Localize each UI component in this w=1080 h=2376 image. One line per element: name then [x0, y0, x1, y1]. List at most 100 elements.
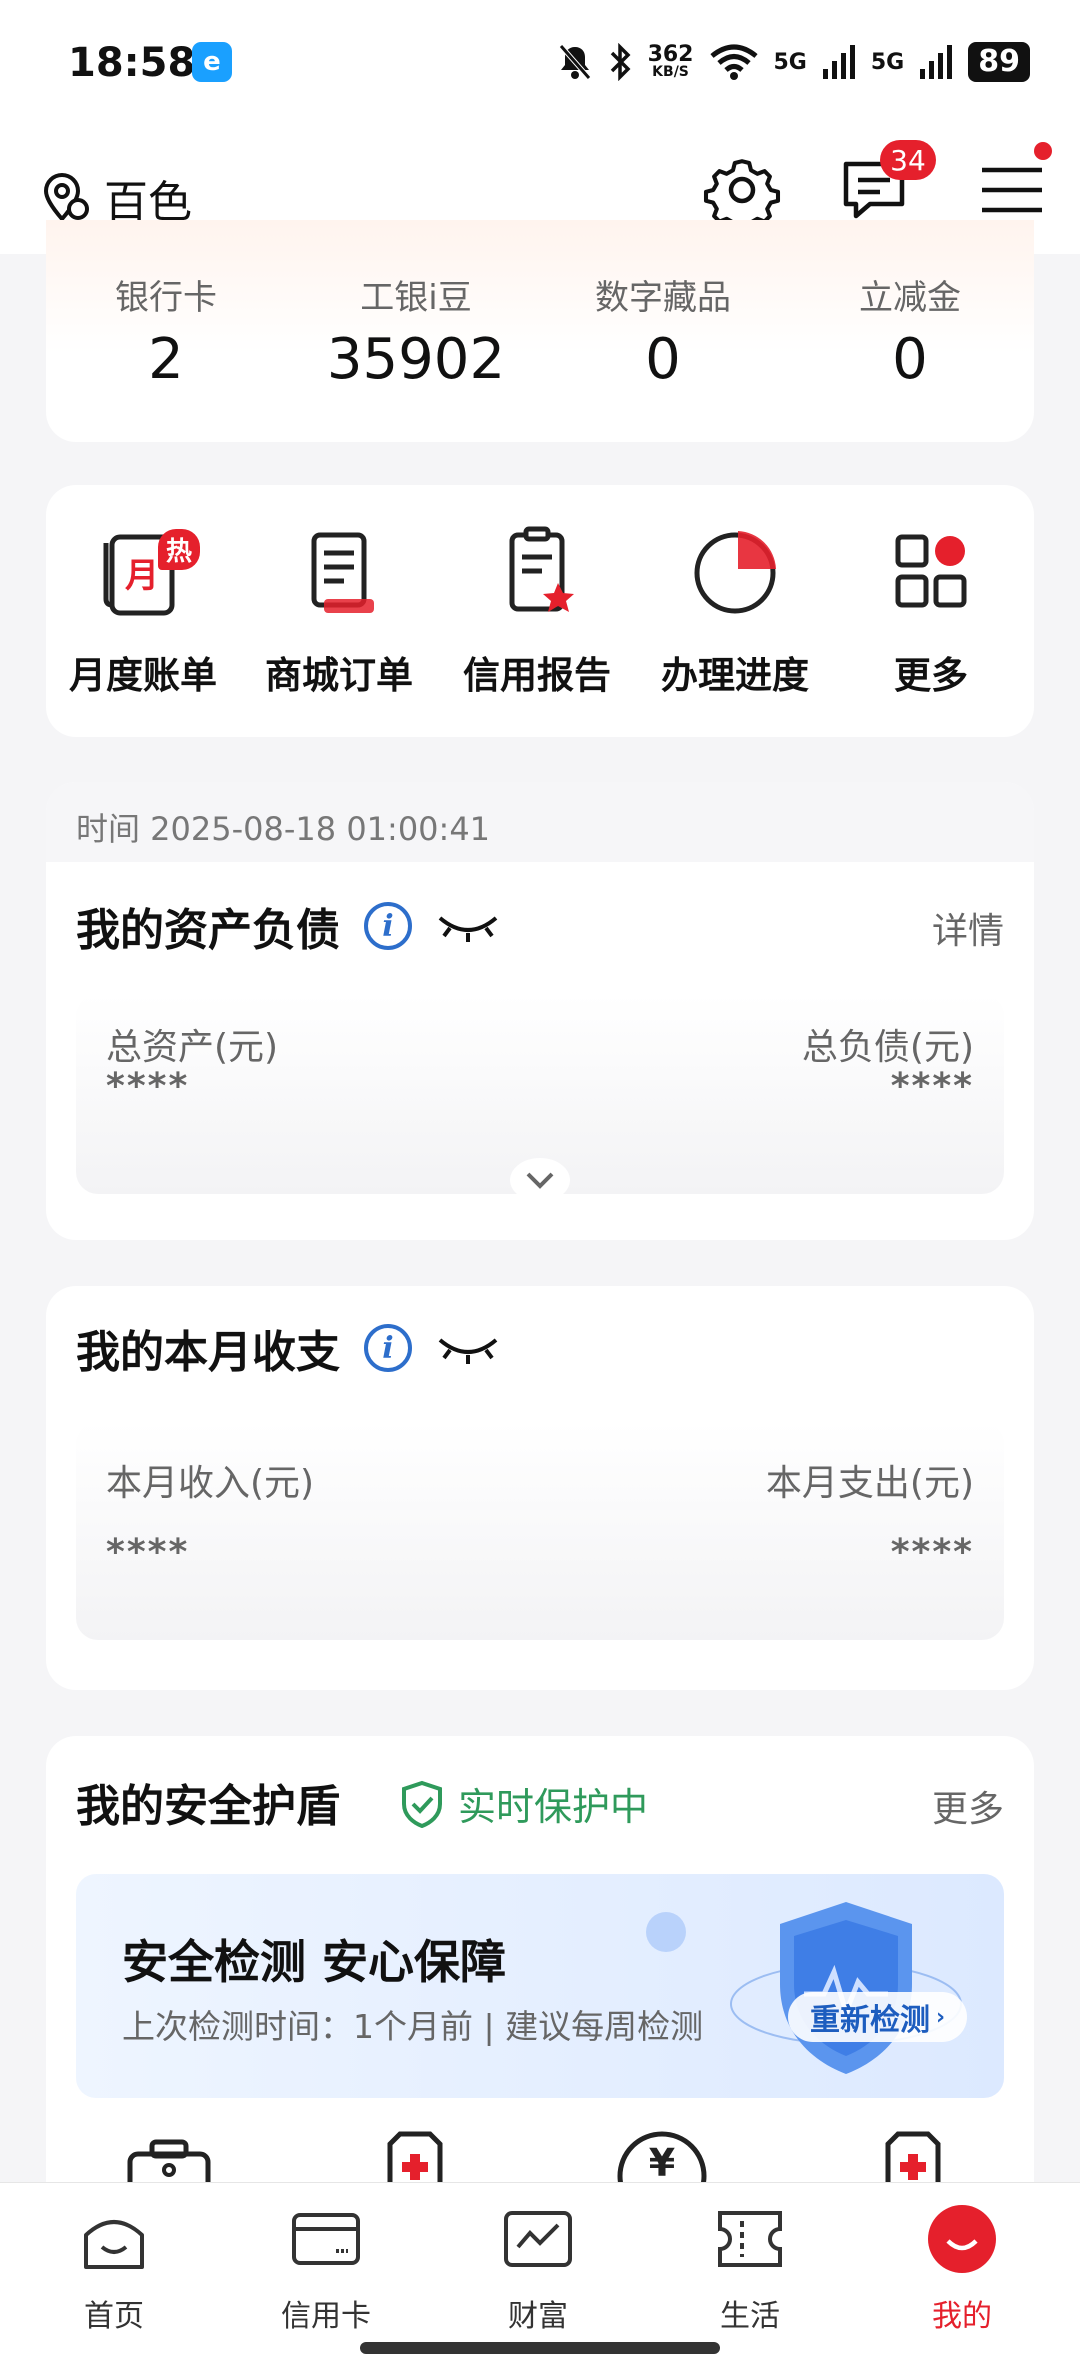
chevron-right-icon: › — [936, 2004, 946, 2030]
status-bar: 18:58 e 362 KB/S 5G 5G 89 — [0, 0, 1080, 126]
month-glyph: 月 — [125, 556, 159, 596]
stat-label: 银行卡 — [115, 278, 217, 318]
bluetooth-icon — [610, 43, 631, 81]
banner-title: 安全检测 安心保障 — [122, 1935, 507, 1989]
shield-check-icon — [402, 1780, 442, 1828]
medical-kit-icon[interactable] — [868, 2130, 958, 2182]
net-speed-value: 362 — [647, 42, 694, 67]
credit-card-icon — [292, 2213, 360, 2265]
signal-bars-icon — [822, 45, 855, 79]
recheck-button[interactable]: 重新检测 › — [788, 1992, 968, 2042]
progress-pie-icon — [694, 531, 776, 614]
medical-kit-icon[interactable] — [370, 2130, 460, 2182]
tab-label: 财富 — [508, 2299, 568, 2334]
stat-digital-collectibles[interactable]: 数字藏品 0 — [543, 270, 783, 392]
battery-level: 89 — [968, 42, 1030, 82]
home-icon — [84, 2220, 144, 2269]
quick-credit-report[interactable]: 信用报告 — [442, 515, 632, 699]
tab-credit-card[interactable]: 信用卡 — [236, 2201, 416, 2335]
menu-icon[interactable] — [972, 150, 1052, 230]
total-assets-label: 总资产(元) — [106, 1027, 279, 1068]
monthly-income-card: 我的本月收支 i 本月收入(元) 本月支出(元) **** **** — [46, 1286, 1034, 1690]
assets-liabilities-card: 时间 2025-08-18 01:00:41 我的资产负债 i 详情 总资产(元… — [46, 782, 1034, 1240]
credit-report-icon — [509, 526, 574, 612]
stat-value: 2 — [148, 327, 184, 392]
section-title: 我的本月收支 — [76, 1327, 340, 1378]
app-notification-icon: e — [192, 42, 232, 82]
quick-actions-card: 月 热 月度账单 商城订单 信用报告 办理进度 更多 — [46, 485, 1034, 737]
update-time: 时间 2025-08-18 01:00:41 — [46, 782, 1034, 862]
stat-instant-discount[interactable]: 立减金 0 — [790, 270, 1030, 392]
quick-label: 办理进度 — [661, 654, 809, 697]
chevron-down-icon[interactable] — [510, 1158, 570, 1202]
profile-icon — [928, 2205, 996, 2273]
yen-glyph: ¥ — [649, 2141, 675, 2182]
stat-label: 工银i豆 — [360, 278, 472, 318]
stat-bank-cards[interactable]: 银行卡 2 — [46, 270, 286, 392]
quick-monthly-bill[interactable]: 月 热 月度账单 — [48, 515, 238, 699]
wifi-icon — [709, 44, 758, 80]
expense-value: **** — [890, 1532, 974, 1573]
quick-label: 月度账单 — [69, 654, 217, 697]
more-grid-icon — [895, 534, 967, 608]
banner-subtitle: 上次检测时间：1个月前 | 建议每周检测 — [122, 2007, 704, 2046]
income-summary: 本月收入(元) 本月支出(元) **** **** — [76, 1422, 1004, 1640]
quick-mall-order[interactable]: 商城订单 — [244, 515, 434, 699]
info-icon[interactable]: i — [364, 1324, 412, 1372]
total-assets-value: **** — [106, 1066, 190, 1107]
ticket-icon — [718, 2211, 782, 2267]
recheck-label: 重新检测 — [810, 2003, 930, 2038]
tab-label: 我的 — [932, 2299, 992, 2334]
yen-coin-icon[interactable]: ¥ — [614, 2128, 710, 2182]
home-indicator[interactable] — [360, 2342, 720, 2354]
net-speed-unit: KB/S — [652, 64, 689, 80]
expense-label: 本月支出(元) — [765, 1463, 974, 1504]
tab-wealth[interactable]: 财富 — [448, 2201, 628, 2335]
total-liabilities-label: 总负债(元) — [801, 1027, 974, 1068]
status-time: 18:58 — [68, 40, 196, 86]
status-icons: 362 KB/S 5G 5G 89 — [558, 38, 1030, 86]
stat-beans[interactable]: 工银i豆 35902 — [296, 270, 536, 392]
info-icon[interactable]: i — [364, 902, 412, 950]
menu-notification-dot — [1034, 142, 1052, 160]
total-liabilities-value: **** — [890, 1066, 974, 1107]
quick-progress[interactable]: 办理进度 — [640, 515, 830, 699]
security-check-banner[interactable]: 安全检测 安心保障 上次检测时间：1个月前 | 建议每周检测 重新检测 › — [76, 1874, 1004, 2098]
stat-value: 0 — [645, 327, 681, 392]
location-pin-icon — [43, 173, 89, 223]
net-speed: 362 KB/S — [647, 42, 694, 80]
tab-label: 首页 — [84, 2299, 144, 2334]
stat-label: 立减金 — [859, 278, 961, 318]
tab-life[interactable]: 生活 — [660, 2201, 840, 2335]
toolbox-icon[interactable] — [124, 2136, 214, 2182]
quick-more[interactable]: 更多 — [836, 515, 1026, 699]
gear-icon[interactable] — [702, 150, 782, 230]
signal-bars-icon — [920, 45, 953, 79]
message-count-badge: 34 — [880, 140, 936, 180]
quick-label: 商城订单 — [265, 654, 413, 697]
protection-status: 实时保护中 — [458, 1785, 649, 1829]
stat-label: 数字藏品 — [595, 278, 731, 318]
mall-order-icon — [311, 532, 374, 613]
tab-profile[interactable]: 我的 — [872, 2201, 1052, 2335]
quick-label: 更多 — [894, 654, 968, 697]
section-title: 我的安全护盾 — [76, 1781, 340, 1832]
tab-home[interactable]: 首页 — [24, 2201, 204, 2335]
quick-label: 信用报告 — [463, 654, 611, 697]
eye-closed-icon[interactable] — [436, 906, 500, 946]
tab-label: 信用卡 — [281, 2299, 371, 2334]
mute-bell-icon — [558, 44, 591, 80]
signal-2-label: 5G — [870, 49, 905, 75]
signal-1-label: 5G — [773, 49, 807, 75]
hot-badge: 热 — [158, 529, 201, 570]
wealth-chart-icon — [504, 2211, 572, 2267]
section-title: 我的资产负债 — [76, 905, 340, 956]
tab-label: 生活 — [720, 2299, 780, 2334]
more-link[interactable]: 更多 — [932, 1780, 1004, 1832]
eye-closed-icon[interactable] — [436, 1328, 500, 1368]
detail-link[interactable]: 详情 — [932, 902, 1004, 954]
account-stats-card: 银行卡 2 工银i豆 35902 数字藏品 0 立减金 0 — [46, 220, 1034, 442]
stat-value: 35902 — [326, 327, 506, 392]
income-value: **** — [106, 1532, 190, 1573]
stat-value: 0 — [892, 327, 928, 392]
